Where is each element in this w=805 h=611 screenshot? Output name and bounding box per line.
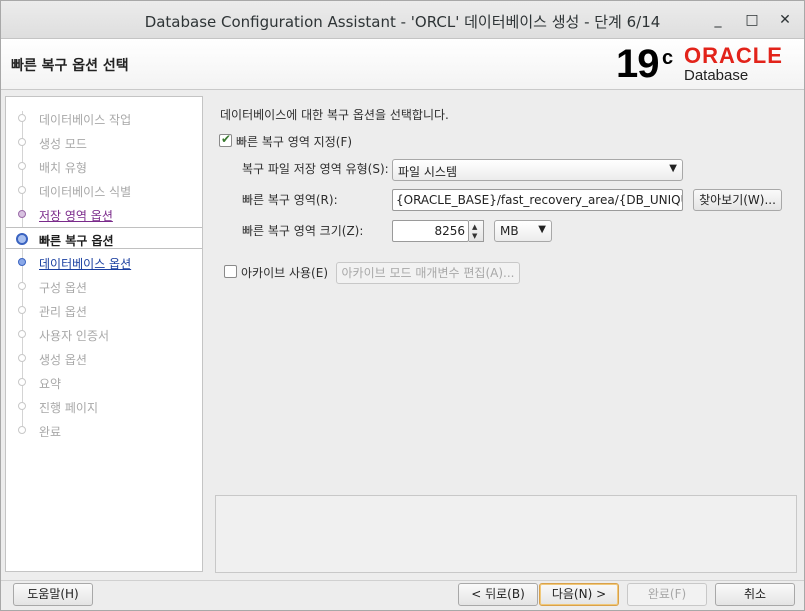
step-dot-icon xyxy=(18,210,26,218)
nav-item-configuration-options: 구성 옵션 xyxy=(6,275,202,297)
step-dot-icon xyxy=(18,426,26,434)
nav-item-creation-option: 생성 옵션 xyxy=(6,347,202,369)
logo-suffix: c xyxy=(662,47,674,69)
step-dot-icon xyxy=(18,138,26,146)
header-banner: 빠른 복구 옵션 선택 19 c ORACLE Database xyxy=(1,39,804,90)
nav-item-deployment-type: 배치 유형 xyxy=(6,155,202,177)
dropdown-arrow-icon: ▼ xyxy=(538,224,546,235)
fra-size-spinner[interactable]: ▲ ▼ xyxy=(469,220,484,242)
fra-size-label: 빠른 복구 영역 크기(Z): xyxy=(242,224,364,238)
archive-checkbox[interactable] xyxy=(224,265,237,278)
current-step-icon xyxy=(16,233,28,245)
fra-size-unit-select[interactable]: MB ▼ xyxy=(494,220,552,242)
fra-checkbox[interactable] xyxy=(219,132,232,147)
step-dot-icon xyxy=(18,186,26,194)
step-navigation: 데이터베이스 작업 생성 모드 배치 유형 데이터베이스 식별 저장 영역 옵션… xyxy=(5,96,203,572)
fra-size-value: 8256 xyxy=(434,224,465,238)
storage-type-label: 복구 파일 저장 영역 유형(S): xyxy=(242,162,389,176)
back-button[interactable]: < 뒤로(B) xyxy=(458,583,538,606)
step-dot-icon xyxy=(18,378,26,386)
page-title: 빠른 복구 옵션 선택 xyxy=(11,58,129,74)
title-bar: Database Configuration Assistant - 'ORCL… xyxy=(1,1,804,39)
close-icon[interactable]: ✕ xyxy=(774,9,796,31)
step-dot-icon xyxy=(18,402,26,410)
nav-item-database-options[interactable]: 데이터베이스 옵션 xyxy=(6,251,202,273)
step-dot-icon xyxy=(18,282,26,290)
next-button[interactable]: 다음(N) > xyxy=(539,583,619,606)
cancel-button[interactable]: 취소 xyxy=(715,583,795,606)
fra-size-unit-value: MB xyxy=(500,224,519,238)
maximize-icon[interactable]: □ xyxy=(741,9,763,31)
minimize-icon[interactable]: _ xyxy=(707,9,729,31)
logo-version: 19 xyxy=(616,42,659,86)
nav-item-database-identification: 데이터베이스 식별 xyxy=(6,179,202,201)
fra-checkbox-label[interactable]: 빠른 복구 영역 지정(F) xyxy=(236,133,352,150)
storage-type-value: 파일 시스템 xyxy=(398,165,458,179)
nav-item-fast-recovery-option[interactable]: 빠른 복구 옵션 xyxy=(6,227,202,249)
archive-params-button[interactable]: 아카이브 모드 매개변수 편집(A)... xyxy=(336,262,520,284)
footer-divider xyxy=(1,580,804,581)
step-dot-icon xyxy=(18,330,26,338)
description-text: 데이터베이스에 대한 복구 옵션을 선택합니다. xyxy=(220,108,449,122)
dropdown-arrow-icon: ▼ xyxy=(669,163,677,174)
step-dot-icon xyxy=(18,306,26,314)
nav-item-creation-mode: 생성 모드 xyxy=(6,131,202,153)
nav-item-finish: 완료 xyxy=(6,419,202,441)
dbca-window: Database Configuration Assistant - 'ORCL… xyxy=(0,0,805,611)
nav-item-management-options: 관리 옵션 xyxy=(6,299,202,321)
nav-item-progress-page: 진행 페이지 xyxy=(6,395,202,417)
step-dot-icon xyxy=(18,114,26,122)
message-pane xyxy=(215,495,797,573)
fra-location-label: 빠른 복구 영역(R): xyxy=(242,193,338,207)
step-dot-icon xyxy=(18,258,26,266)
spin-up-icon[interactable]: ▲ xyxy=(472,223,477,231)
archive-checkbox-label[interactable]: 아카이브 사용(E) xyxy=(241,264,328,281)
window-title: Database Configuration Assistant - 'ORCL… xyxy=(144,13,661,31)
finish-button[interactable]: 완료(F) xyxy=(627,583,707,606)
fra-location-value: {ORACLE_BASE}/fast_recovery_area/{DB_UNI… xyxy=(396,193,682,207)
step-dot-icon xyxy=(18,354,26,362)
nav-item-summary: 요약 xyxy=(6,371,202,393)
logo-product: Database xyxy=(684,67,749,84)
fra-location-input[interactable]: {ORACLE_BASE}/fast_recovery_area/{DB_UNI… xyxy=(392,189,683,211)
nav-item-database-operation: 데이터베이스 작업 xyxy=(6,107,202,129)
nav-item-user-credentials: 사용자 인증서 xyxy=(6,323,202,345)
browse-button[interactable]: 찾아보기(W)... xyxy=(693,189,782,211)
spin-down-icon[interactable]: ▼ xyxy=(472,232,477,240)
oracle-logo: ORACLE xyxy=(684,43,783,68)
fra-size-input[interactable]: 8256 xyxy=(392,220,469,242)
help-button[interactable]: 도움말(H) xyxy=(13,583,93,606)
step-dot-icon xyxy=(18,162,26,170)
nav-item-storage-option[interactable]: 저장 영역 옵션 xyxy=(6,203,202,225)
storage-type-select[interactable]: 파일 시스템 ▼ xyxy=(392,159,683,181)
